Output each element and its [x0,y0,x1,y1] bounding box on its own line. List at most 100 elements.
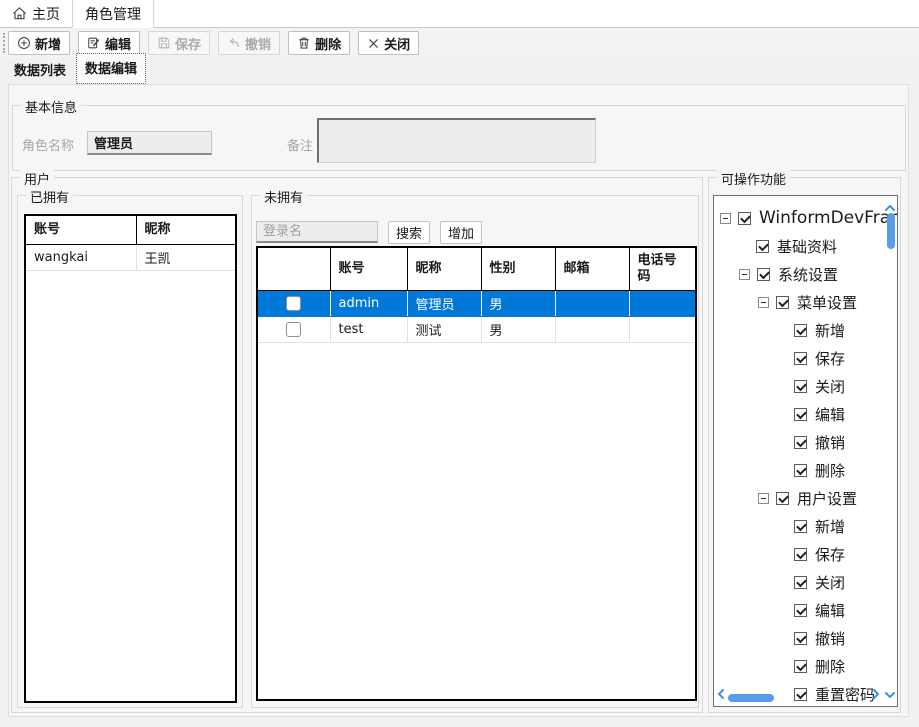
unowned-users-table[interactable]: 账号 昵称 性别 邮箱 电话号码 admin 管理员 [256,246,697,701]
tree-item-root[interactable]: WinformDevFram [714,204,897,232]
collapse-icon[interactable] [720,213,731,224]
checkbox-checked-icon[interactable] [776,296,789,309]
tree-item-label: 撤销 [815,432,845,453]
owned-users-table[interactable]: 账号 昵称 wangkai 王凯 [24,214,237,703]
column-header-checkbox[interactable] [258,248,330,290]
tree-item-label: 删除 [815,656,845,677]
new-button-label: 新增 [35,34,61,53]
checkbox-checked-icon[interactable] [794,576,807,589]
remark-textarea[interactable] [317,118,596,163]
horizontal-scrollbar-thumb[interactable] [728,694,774,702]
tree-item-label: 基础资料 [777,236,837,257]
tab-data-edit[interactable]: 数据编辑 [76,53,146,84]
undo-icon [227,36,241,50]
tree-item-label: 新增 [815,320,845,341]
tree-item[interactable]: 系统设置 [714,260,897,288]
table-row[interactable]: test 测试 男 [258,316,695,342]
column-header-email[interactable]: 邮箱 [555,248,629,290]
checkbox-checked-icon[interactable] [794,380,807,393]
owned-users-group: 已拥有 账号 昵称 wangkai 王 [17,195,243,708]
table-row[interactable]: wangkai 王凯 [26,244,235,270]
functions-tree[interactable]: WinformDevFram 基础资料 系统设置 菜单设置 [713,195,898,707]
tree-item[interactable]: 撤销 [714,428,897,456]
delete-button[interactable]: 删除 [288,31,350,55]
tree-item-label: 保存 [815,348,845,369]
column-header-phone[interactable]: 电话号码 [629,248,695,290]
scroll-down-icon[interactable] [884,686,896,704]
save-button[interactable]: 保存 [148,31,210,55]
checkbox-checked-icon[interactable] [794,632,807,645]
checkbox-checked-icon[interactable] [794,660,807,673]
tree-item[interactable]: 保存 [714,344,897,372]
checkbox-checked-icon[interactable] [794,548,807,561]
tree-item[interactable]: 新增 [714,316,897,344]
tree-item[interactable]: 新增 [714,512,897,540]
checkbox-checked-icon[interactable] [738,212,751,225]
search-button-label: 搜索 [396,227,422,242]
checkbox-checked-icon[interactable] [794,436,807,449]
column-header-account[interactable]: 账号 [26,216,136,244]
basic-info-group: 基本信息 角色名称 备注 [12,105,906,171]
tree-item[interactable]: 编辑 [714,400,897,428]
tree-item[interactable]: 保存 [714,540,897,568]
scroll-left-icon[interactable] [716,686,726,704]
cell-account: admin [330,290,407,316]
tree-item-label: 新增 [815,516,845,537]
tree-item[interactable]: 撤销 [714,624,897,652]
vertical-scrollbar-thumb[interactable] [887,213,895,249]
new-button[interactable]: 新增 [8,31,70,55]
role-name-label: 角色名称 [22,135,74,154]
tab-role-management-label: 角色管理 [85,4,141,24]
scroll-right-icon[interactable] [871,686,881,704]
tree-item-label: 撤销 [815,628,845,649]
tree-item[interactable]: 菜单设置 [714,288,897,316]
edit-button[interactable]: 编辑 [78,31,140,55]
tree-item[interactable]: 编辑 [714,596,897,624]
column-header-nickname[interactable]: 昵称 [136,216,235,244]
column-header-nickname[interactable]: 昵称 [407,248,481,290]
tree-item[interactable]: 删除 [714,652,897,680]
checkbox-checked-icon[interactable] [794,604,807,617]
tab-role-management[interactable]: 角色管理 [72,0,154,28]
checkbox-checked-icon[interactable] [794,352,807,365]
checkbox-checked-icon[interactable] [794,324,807,337]
row-checkbox[interactable] [286,296,301,311]
tree-item-label: 保存 [815,544,845,565]
cell-gender: 男 [481,316,555,342]
checkbox-checked-icon[interactable] [776,492,789,505]
tree-item[interactable]: 基础资料 [714,232,897,260]
collapse-icon[interactable] [758,493,769,504]
checkbox-checked-icon[interactable] [794,408,807,421]
unowned-users-title: 未拥有 [260,187,307,206]
login-name-input[interactable] [256,221,378,243]
tab-home[interactable]: 主页 [0,0,72,27]
table-row-selected[interactable]: admin 管理员 男 [258,290,695,316]
add-button[interactable]: 增加 [440,221,482,244]
tree-item[interactable]: 关闭 [714,372,897,400]
toolbar-grip[interactable] [3,33,5,53]
cell-email [555,290,629,316]
tree-item[interactable]: 关闭 [714,568,897,596]
search-button[interactable]: 搜索 [388,221,430,244]
close-button[interactable]: 关闭 [358,31,419,55]
tree-item[interactable]: 用户设置 [714,484,897,512]
checkbox-checked-icon[interactable] [794,520,807,533]
row-checkbox[interactable] [286,322,301,337]
checkbox-checked-icon[interactable] [794,464,807,477]
tab-data-list[interactable]: 数据列表 [8,56,72,84]
save-icon [157,36,171,50]
collapse-icon[interactable] [739,269,750,280]
add-button-label: 增加 [448,227,474,242]
checkbox-checked-icon[interactable] [757,268,770,281]
undo-button[interactable]: 撤销 [218,31,280,55]
checkbox-checked-icon[interactable] [794,688,807,701]
functions-group: 可操作功能 WinformDevFram 基础资料 [708,177,901,713]
tree-item[interactable]: 删除 [714,456,897,484]
column-header-account[interactable]: 账号 [330,248,407,290]
collapse-icon[interactable] [758,297,769,308]
role-name-input[interactable] [87,131,212,155]
save-button-label: 保存 [175,34,201,53]
cell-gender: 男 [481,290,555,316]
column-header-gender[interactable]: 性别 [481,248,555,290]
checkbox-checked-icon[interactable] [756,240,769,253]
